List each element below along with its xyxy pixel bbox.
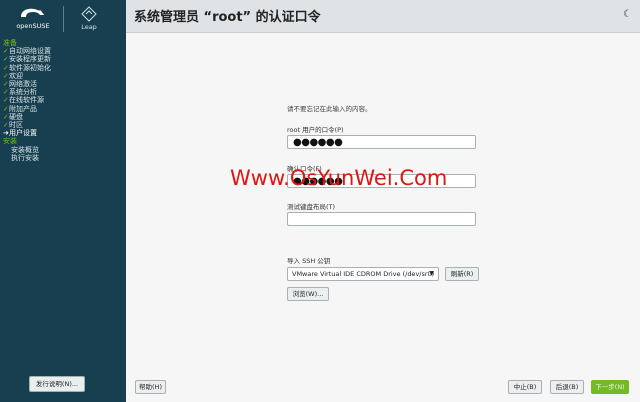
browse-button[interactable]: 浏览(W)... (287, 287, 329, 301)
ssh-key-label: 导入 SSH 公钥 (287, 257, 331, 265)
leap-logo: Leap (72, 6, 106, 32)
root-password-field[interactable]: ●●●●●● (287, 135, 476, 149)
chameleon-icon (21, 8, 44, 17)
abort-button[interactable]: 中止(B) (508, 380, 542, 394)
step-item: ✓时区 (3, 121, 23, 130)
keyboard-test-field[interactable] (287, 212, 476, 226)
step-item: ✓软件源初始化 (3, 63, 51, 72)
help-button[interactable]: 帮助(H) (135, 380, 166, 394)
step-item: 执行安装 (11, 153, 39, 162)
leap-diamond-icon (81, 6, 97, 22)
ssh-key-select[interactable]: VMware Virtual IDE CDROM Drive (/dev/sr0… (287, 267, 439, 281)
step-item: ✓在线软件源 (3, 96, 44, 105)
moon-icon[interactable]: ☾ (623, 9, 632, 20)
opensuse-logo: openSUSE (8, 6, 58, 32)
step-section-prepare: 准备 (3, 39, 17, 47)
ssh-key-select-value: VMware Virtual IDE CDROM Drive (/dev/sr0… (292, 270, 435, 278)
logo-area: openSUSE Leap (0, 0, 126, 36)
main-content: 请不要忘记在此输入的内容。 root 用户的口令(P) ●●●●●● 确认口令(… (126, 33, 640, 402)
step-item: ✓网络激活 (3, 80, 37, 89)
opensuse-logo-text: openSUSE (16, 22, 50, 30)
step-item: ✓硬盘 (3, 112, 23, 121)
page-title: 系统管理员 “root” 的认证口令 (134, 10, 321, 25)
chevron-down-icon: ▼ (429, 270, 434, 277)
page-header: 系统管理员 “root” 的认证口令 ☾ (126, 0, 640, 33)
step-item: ✓安装程序更新 (3, 55, 51, 64)
step-section-install: 安装 (3, 137, 17, 146)
leap-logo-text: Leap (81, 23, 97, 31)
sidebar: openSUSE Leap 准备 ✓自动网络设置 ✓安装程序更新 ✓软件源初始化… (0, 0, 126, 402)
step-item: ✓附加产品 (3, 104, 37, 113)
password-hint: 请不要忘记在此输入的内容。 (287, 105, 372, 113)
root-password-label: root 用户的口令(P) (287, 126, 344, 134)
release-notes-button[interactable]: 发行说明(N)... (29, 376, 85, 392)
next-button[interactable]: 下一步(N) (591, 380, 629, 394)
logo-divider (63, 6, 64, 32)
refresh-button[interactable]: 刷新(R) (445, 267, 479, 281)
installation-steps: 准备 ✓自动网络设置 ✓安装程序更新 ✓软件源初始化 ✓欢迎 ✓网络激活 ✓系统… (3, 39, 51, 162)
back-button[interactable]: 后退(B) (550, 380, 584, 394)
root-password-value: ●●●●●● (293, 137, 343, 148)
keyboard-test-label: 测试键盘布局(T) (287, 203, 336, 211)
step-item: 安装概览 (11, 145, 39, 154)
watermark-text: Www.OsYunWei.Com (230, 166, 448, 190)
step-item: ✓欢迎 (3, 71, 23, 80)
